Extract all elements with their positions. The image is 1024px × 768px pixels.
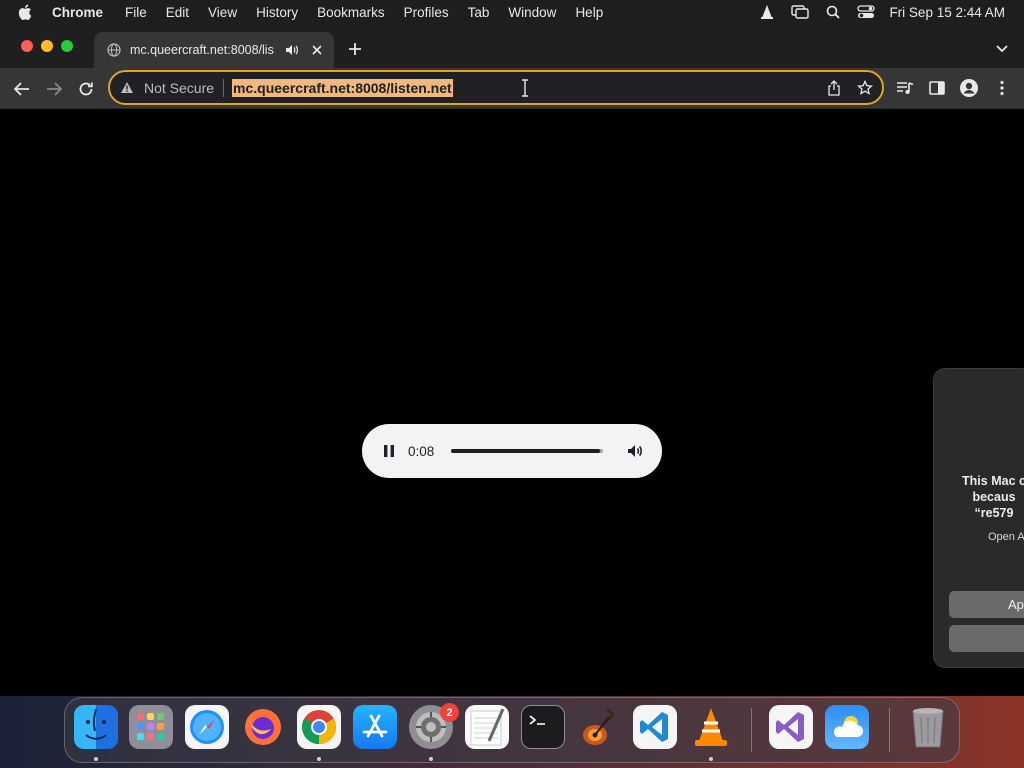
vlc-status-icon[interactable]	[756, 0, 778, 24]
security-alert-dialog: This Mac c becaus “re579 Open A Ap	[933, 368, 1024, 668]
kebab-menu-icon[interactable]	[991, 77, 1013, 99]
menu-window[interactable]: Window	[508, 5, 556, 20]
notification-badge: 2	[440, 703, 459, 722]
control-center-icon[interactable]	[855, 0, 877, 24]
new-tab-plus-icon[interactable]	[343, 37, 367, 61]
security-status-label[interactable]: Not Secure	[144, 80, 214, 96]
text-cursor-ibeam-icon	[520, 79, 530, 97]
status-area: Fri Sep 15 2:44 AM	[745, 0, 1024, 24]
share-icon[interactable]	[826, 80, 842, 96]
page-content: 0:08 This Mac c becaus “re579 Open A Ap	[0, 110, 1024, 696]
menu-file[interactable]: File	[125, 5, 147, 20]
safari-icon[interactable]	[185, 705, 229, 749]
spotlight-search-icon[interactable]	[822, 0, 844, 24]
seek-progress-fill	[451, 449, 600, 453]
vscode-icon[interactable]	[633, 705, 677, 749]
address-bar[interactable]: Not Secure mc.queercraft.net:8008/listen…	[108, 70, 884, 105]
forward-arrow-icon[interactable]	[41, 76, 67, 102]
vlc-icon[interactable]	[689, 705, 733, 749]
url-text-selected[interactable]: mc.queercraft.net:8008/listen.net	[232, 78, 453, 97]
menu-profiles[interactable]: Profiles	[404, 5, 449, 20]
launchpad-icon[interactable]	[129, 705, 173, 749]
bookmark-star-icon[interactable]	[856, 79, 874, 97]
menu-edit[interactable]: Edit	[166, 5, 189, 20]
dock-separator	[751, 708, 752, 752]
tab-audio-speaker-icon[interactable]	[284, 42, 300, 58]
apple-menu-icon[interactable]	[18, 4, 38, 20]
textedit-icon[interactable]	[465, 705, 509, 749]
trash-icon[interactable]	[906, 705, 950, 749]
dialog-secondary-button[interactable]	[949, 625, 1024, 652]
volume-speaker-icon[interactable]	[625, 441, 645, 461]
audio-player[interactable]: 0:08	[362, 424, 662, 478]
omnibox-divider	[223, 78, 225, 97]
app-store-icon[interactable]	[353, 705, 397, 749]
dialog-message-line-1: This Mac c	[962, 474, 1024, 488]
dock-separator	[889, 708, 890, 752]
warning-triangle-icon[interactable]	[119, 80, 135, 96]
menu-history[interactable]: History	[256, 5, 298, 20]
terminal-icon[interactable]	[521, 705, 565, 749]
dialog-primary-button[interactable]: Ap	[949, 591, 1024, 618]
pause-icon[interactable]	[379, 441, 399, 461]
menu-bookmarks[interactable]: Bookmarks	[317, 5, 385, 20]
back-arrow-icon[interactable]	[9, 76, 35, 102]
firefox-icon[interactable]	[241, 705, 285, 749]
reload-icon[interactable]	[73, 76, 99, 102]
seek-slider[interactable]	[451, 449, 603, 453]
window-minimize-button[interactable]	[41, 40, 53, 52]
browser-toolbar: Not Secure mc.queercraft.net:8008/listen…	[0, 68, 1024, 109]
tab-close-icon[interactable]	[308, 41, 326, 59]
tab-search-chevron-down-icon[interactable]	[990, 37, 1014, 61]
dialog-message-line-2: becaus	[972, 490, 1016, 504]
browser-tab-active[interactable]: mc.queercraft.net:8008/lis	[94, 32, 334, 68]
dialog-subtext: Open A	[988, 531, 1024, 543]
media-control-icon[interactable]	[894, 77, 916, 99]
playback-time: 0:08	[408, 443, 435, 459]
visual-studio-icon[interactable]	[769, 705, 813, 749]
screen-mirroring-icon[interactable]	[789, 0, 811, 24]
globe-icon	[106, 42, 122, 58]
window-zoom-button[interactable]	[61, 40, 73, 52]
finder-icon[interactable]	[74, 705, 118, 749]
menu-clock[interactable]: Fri Sep 15 2:44 AM	[889, 5, 1005, 20]
side-panel-icon[interactable]	[926, 77, 948, 99]
chrome-running-dot	[317, 757, 321, 761]
window-close-button[interactable]	[21, 40, 33, 52]
menu-tab[interactable]: Tab	[468, 5, 490, 20]
menu-bar: Chrome File Edit View History Bookmarks …	[0, 0, 1024, 24]
profile-avatar-icon[interactable]	[958, 77, 980, 99]
tab-title: mc.queercraft.net:8008/lis	[130, 43, 274, 57]
finder-running-dot	[94, 757, 98, 761]
vlc-running-dot	[709, 757, 713, 761]
weather-icon[interactable]	[825, 705, 869, 749]
garageband-icon[interactable]	[577, 705, 621, 749]
menu-help[interactable]: Help	[575, 5, 603, 20]
menu-app-name[interactable]: Chrome	[52, 5, 103, 20]
dialog-message-line-3: “re579	[974, 506, 1014, 520]
menu-view[interactable]: View	[208, 5, 237, 20]
chrome-icon[interactable]	[297, 705, 341, 749]
tab-strip: mc.queercraft.net:8008/lis	[0, 24, 1024, 68]
system-settings-running-dot	[429, 757, 433, 761]
dialog-message: This Mac c becaus “re579	[934, 473, 1024, 521]
